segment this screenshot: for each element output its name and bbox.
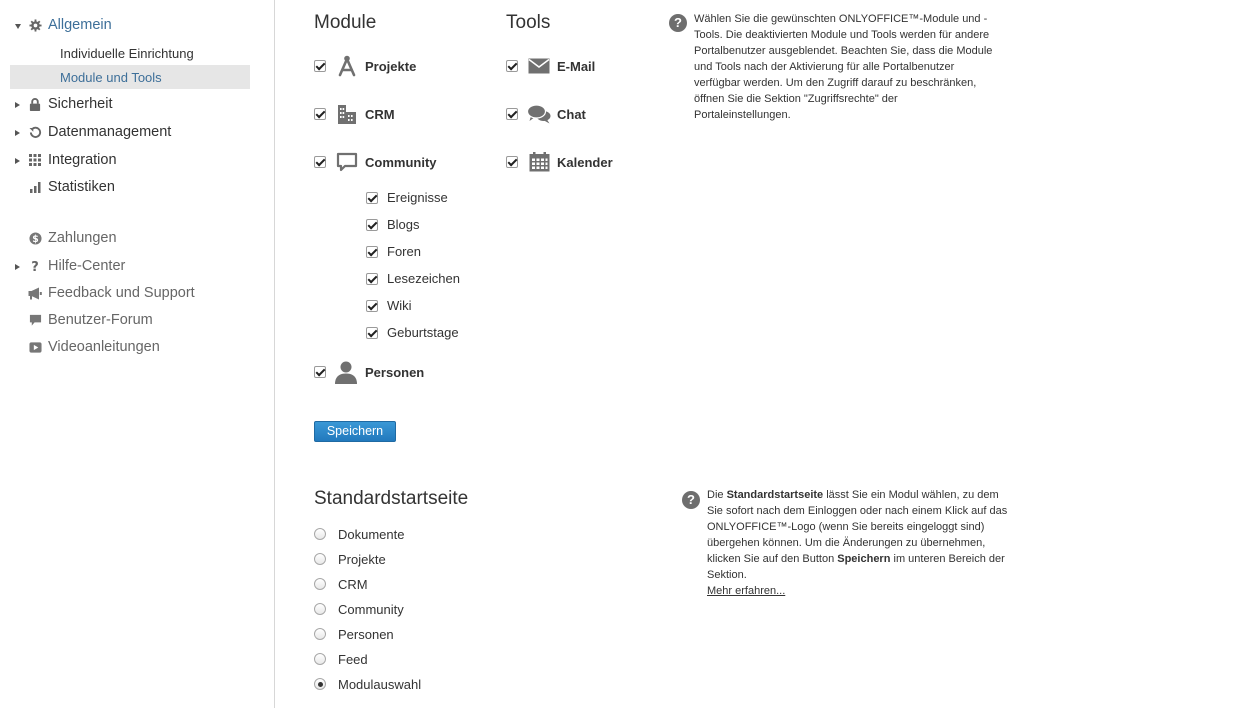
chat-bubbles-icon (527, 102, 551, 126)
startpage-option-projekte-radio[interactable] (314, 553, 326, 565)
startpage-help-text: Die Standardstartseite lässt Sie ein Mod… (707, 489, 1008, 597)
wiki-checkbox[interactable] (366, 300, 378, 312)
sidebar-item-allgemein[interactable]: Allgemein (10, 14, 250, 38)
sidebar-subitem-individuelle-einrichtung[interactable]: Individuelle Einrichtung (10, 41, 250, 65)
startpage-option-dokumente-radio[interactable] (314, 528, 326, 540)
sidebar-item-label: Hilfe-Center (48, 258, 126, 274)
geburtstage-checkbox[interactable] (366, 327, 378, 339)
sidebar-item-label: Statistiken (48, 179, 115, 195)
projekte-checkbox[interactable] (314, 60, 326, 72)
sidebar-item-videoanleitungen[interactable]: Videoanleitungen (10, 336, 250, 360)
wiki-label: Wiki (387, 298, 412, 313)
compass-icon (335, 54, 359, 78)
sidebar: Allgemein Individuelle Einrichtung Modul… (0, 0, 275, 708)
startpage-option-label: Community (338, 602, 404, 617)
sidebar-item-label: Videoanleitungen (48, 339, 160, 355)
blogs-checkbox[interactable] (366, 219, 378, 231)
chevron-right-icon (15, 263, 20, 270)
startpage-option-feed-radio[interactable] (314, 653, 326, 665)
sidebar-item-datenmanagement[interactable]: Datenmanagement (10, 121, 250, 145)
bar-chart-icon (28, 180, 42, 194)
megaphone-icon (28, 286, 42, 300)
geburtstage-label: Geburtstage (387, 325, 459, 340)
sidebar-subitem-module-und-tools[interactable]: Module und Tools (10, 65, 250, 89)
dollar-icon: $ (28, 231, 42, 245)
startpage-option-label: Feed (338, 652, 368, 667)
email-checkbox[interactable] (506, 60, 518, 72)
foren-label: Foren (387, 244, 421, 259)
ereignisse-checkbox[interactable] (366, 192, 378, 204)
projekte-label: Projekte (365, 59, 417, 74)
tools-heading: Tools (506, 12, 551, 33)
buildings-icon (335, 102, 359, 126)
sidebar-item-feedback-und-support[interactable]: Feedback und Support (10, 282, 250, 306)
ereignisse-label: Ereignisse (387, 190, 448, 205)
chevron-right-icon (15, 101, 20, 108)
svg-text:$: $ (32, 234, 38, 245)
help-icon[interactable]: ? (669, 14, 687, 32)
startpage-option-community-radio[interactable] (314, 603, 326, 615)
sidebar-item-label: Individuelle Einrichtung (60, 46, 194, 61)
chevron-down-icon (15, 24, 21, 29)
sidebar-item-label: Benutzer-Forum (48, 312, 153, 328)
restore-icon (28, 125, 42, 139)
community-label: Community (365, 155, 437, 170)
grid-icon (28, 153, 42, 167)
question-icon: ? (28, 259, 42, 273)
startpage-option-label: Projekte (338, 552, 386, 567)
crm-label: CRM (365, 107, 395, 122)
email-label: E-Mail (557, 59, 596, 74)
lock-icon (28, 97, 42, 111)
sidebar-item-label: Datenmanagement (48, 124, 172, 140)
startpage-option-label: Personen (338, 627, 394, 642)
envelope-icon (527, 54, 551, 78)
modules-heading: Module (314, 12, 377, 33)
sidebar-item-label: Allgemein (48, 17, 112, 33)
sidebar-item-hilfe-center[interactable]: ? Hilfe-Center (10, 255, 250, 279)
sidebar-item-label: Module und Tools (60, 70, 162, 85)
sidebar-item-sicherheit[interactable]: Sicherheit (10, 93, 250, 117)
learn-more-link[interactable]: Mehr erfahren... (707, 585, 785, 597)
sidebar-item-statistiken[interactable]: Statistiken (10, 176, 250, 200)
startpage-option-crm-radio[interactable] (314, 578, 326, 590)
chevron-right-icon (15, 129, 20, 136)
sidebar-item-integration[interactable]: Integration (10, 149, 250, 173)
sidebar-item-zahlungen[interactable]: $ Zahlungen (10, 227, 250, 251)
save-button[interactable]: Speichern (314, 421, 396, 442)
crm-checkbox[interactable] (314, 108, 326, 120)
person-icon (334, 360, 358, 384)
sidebar-item-label: Feedback und Support (48, 285, 195, 301)
play-icon (28, 340, 42, 354)
sidebar-item-benutzer-forum[interactable]: Benutzer-Forum (10, 309, 250, 333)
gear-icon (28, 18, 42, 32)
speech-bubble-icon (28, 313, 42, 327)
help-icon[interactable]: ? (682, 491, 700, 509)
kalender-checkbox[interactable] (506, 156, 518, 168)
modules-help-text: Wählen Sie die gewünschten ONLYOFFICE™-M… (694, 13, 993, 121)
lesezeichen-checkbox[interactable] (366, 273, 378, 285)
chat-checkbox[interactable] (506, 108, 518, 120)
calendar-icon (527, 150, 551, 174)
startpage-option-label: CRM (338, 577, 368, 592)
lesezeichen-label: Lesezeichen (387, 271, 460, 286)
personen-checkbox[interactable] (314, 366, 326, 378)
chevron-right-icon (15, 157, 20, 164)
svg-text:?: ? (31, 260, 39, 273)
startpage-option-personen-radio[interactable] (314, 628, 326, 640)
kalender-label: Kalender (557, 155, 613, 170)
startpage-option-modulauswahl-radio[interactable] (314, 678, 326, 690)
startpage-option-label: Dokumente (338, 527, 405, 542)
sidebar-item-label: Integration (48, 152, 117, 168)
foren-checkbox[interactable] (366, 246, 378, 258)
blogs-label: Blogs (387, 217, 420, 232)
startpage-option-label: Modulauswahl (338, 677, 422, 692)
comment-icon (335, 150, 359, 174)
sidebar-item-label: Sicherheit (48, 96, 113, 112)
startpage-heading: Standardstartseite (314, 488, 469, 509)
sidebar-item-label: Zahlungen (48, 230, 117, 246)
personen-label: Personen (365, 365, 425, 380)
community-checkbox[interactable] (314, 156, 326, 168)
chat-label: Chat (557, 107, 586, 122)
